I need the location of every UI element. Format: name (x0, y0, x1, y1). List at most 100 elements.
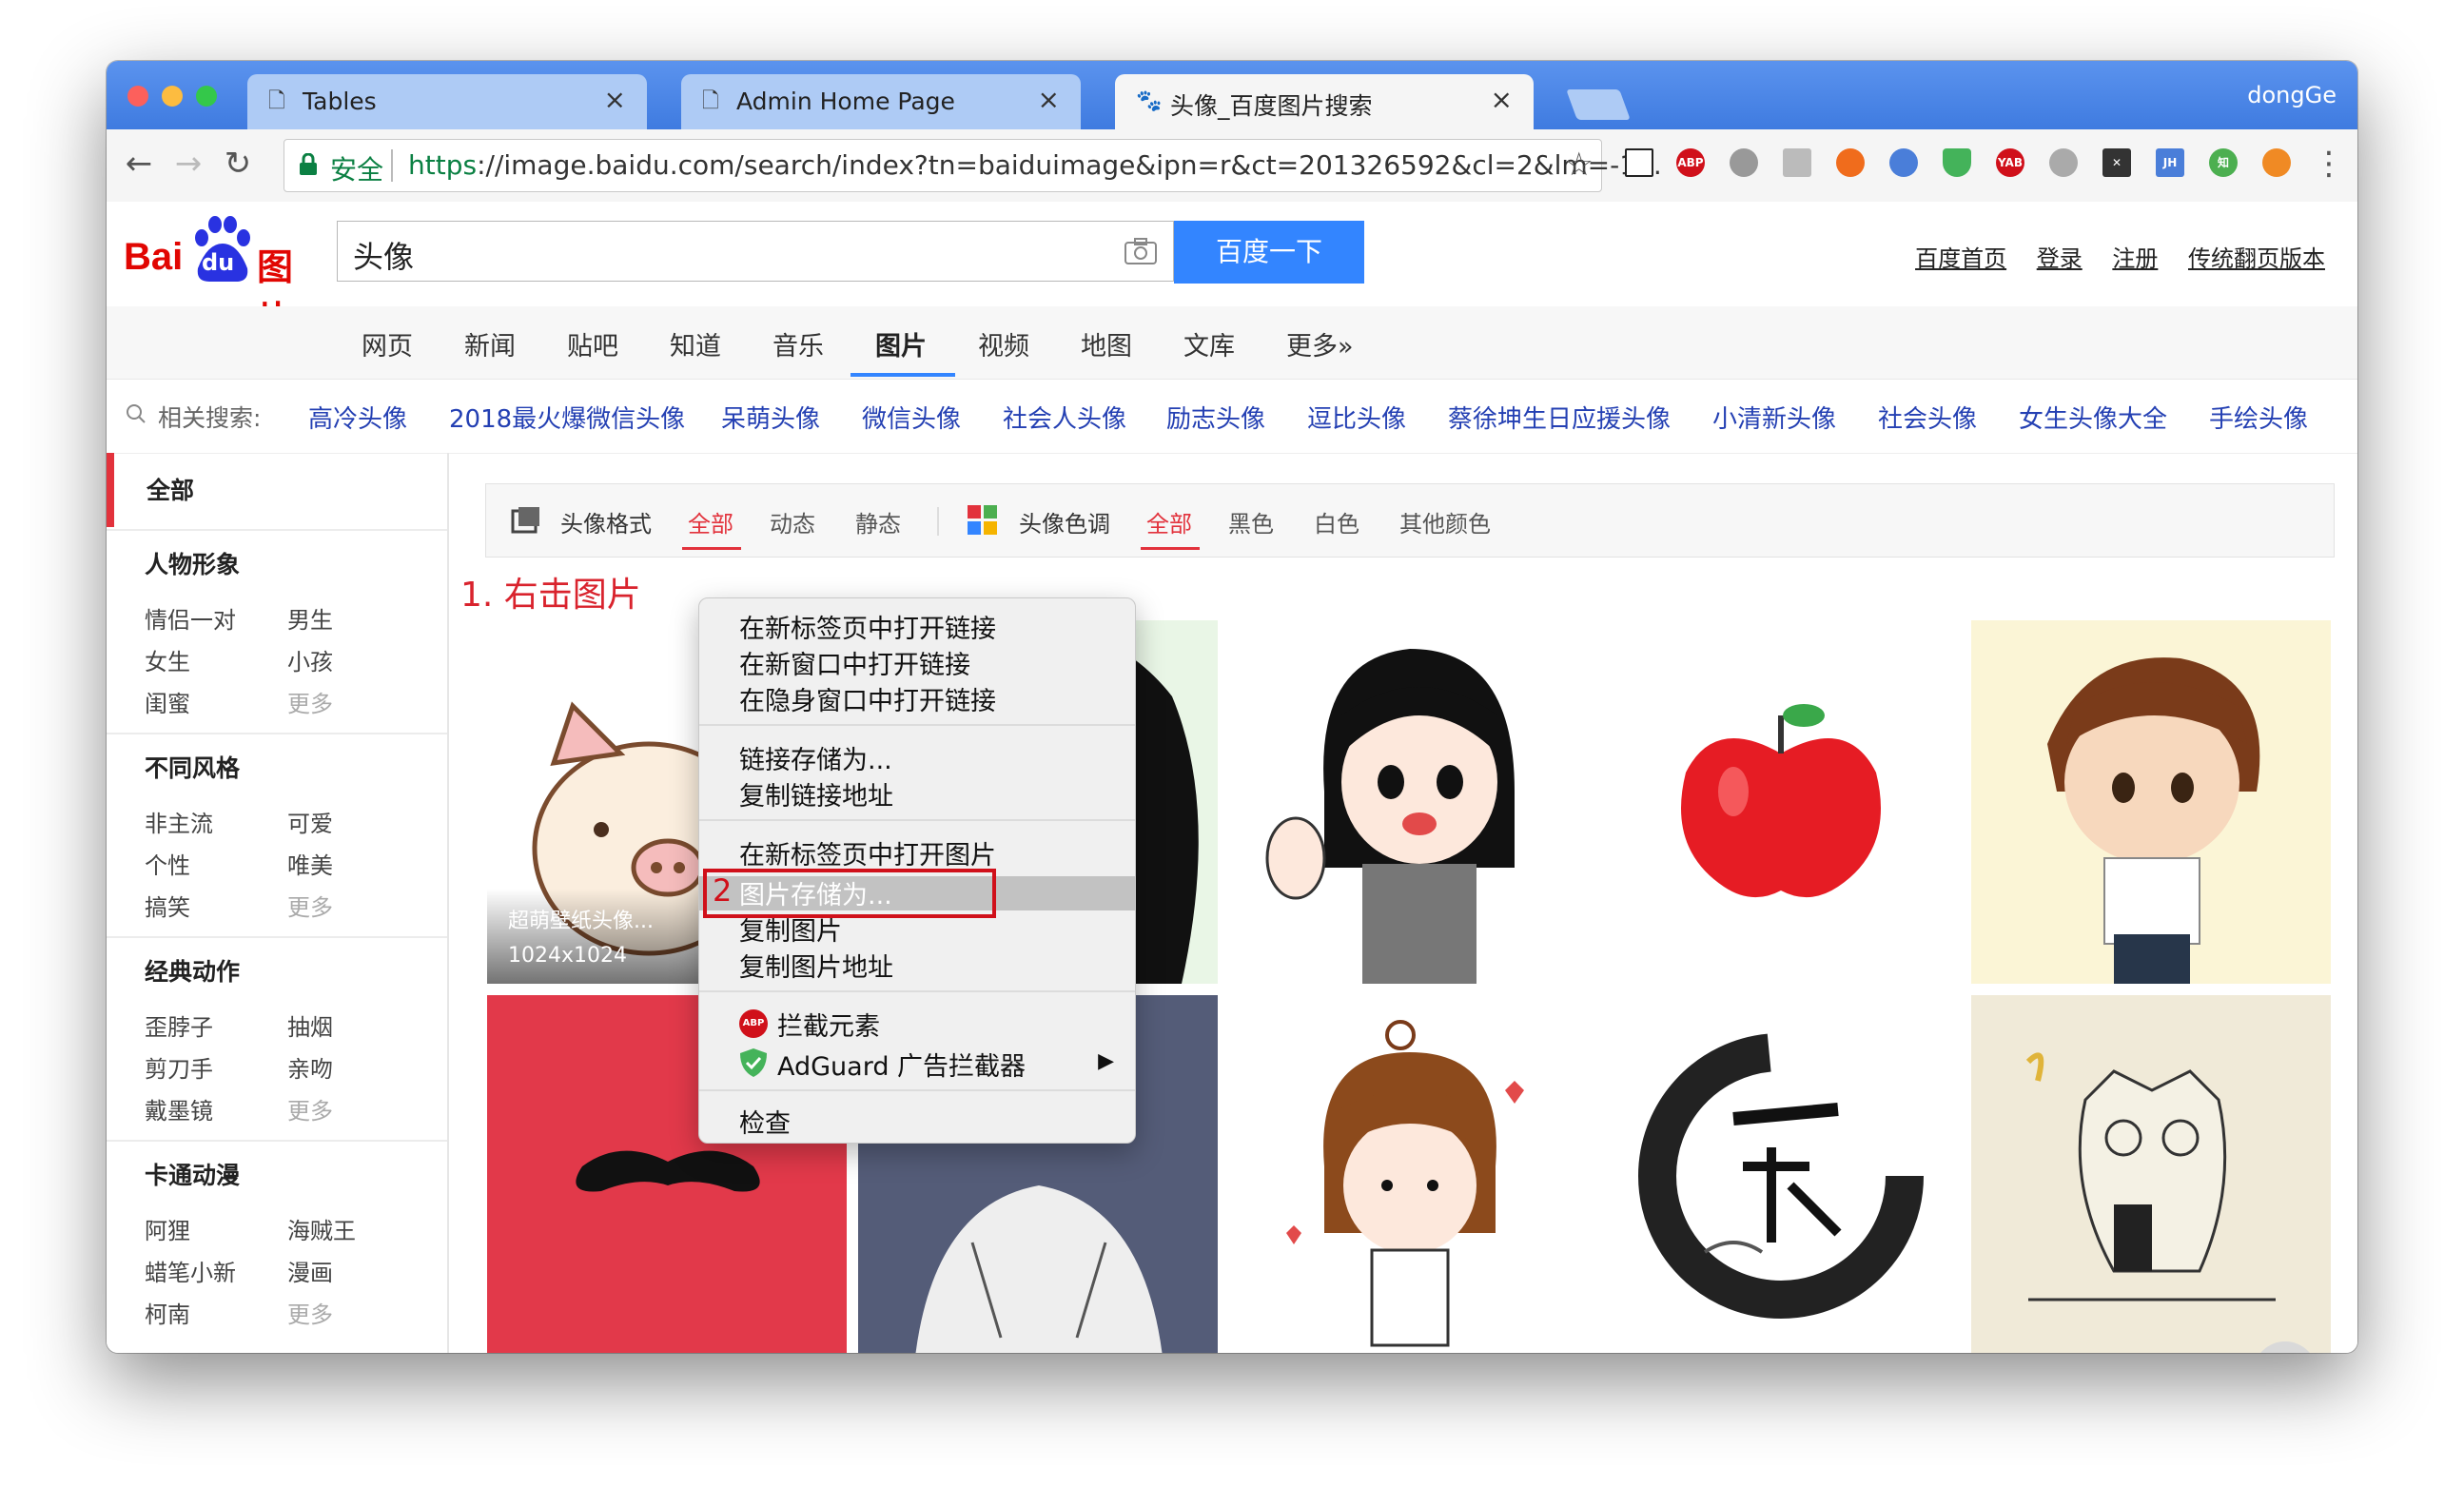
menu-item-open-image-new-tab[interactable]: 在新标签页中打开图片 (739, 834, 996, 871)
yab-icon[interactable]: YAB (1996, 148, 2024, 177)
format-option-all[interactable]: 全部 (688, 505, 733, 538)
related-link[interactable]: 2018最火爆微信头像 (449, 400, 685, 435)
camera-icon[interactable] (1124, 237, 1158, 265)
related-link[interactable]: 社会人头像 (1003, 400, 1126, 435)
bookmark-star-icon[interactable]: ☆ (1565, 146, 1594, 184)
close-icon[interactable]: × (604, 84, 626, 115)
menu-item-block-element[interactable]: 拦截元素 (777, 1006, 880, 1043)
fox-icon[interactable] (2262, 148, 2291, 177)
page-rank-icon[interactable] (1783, 148, 1811, 177)
color-option-other[interactable]: 其他颜色 (1399, 505, 1491, 538)
link-classic-pagination[interactable]: 传统翻页版本 (2188, 245, 2325, 272)
related-link[interactable]: 手绘头像 (2209, 400, 2308, 435)
sidebar-item[interactable]: 戴墨镜 (145, 1092, 213, 1125)
zoom-window-button[interactable] (196, 86, 217, 107)
menu-item-open-link-new-window[interactable]: 在新窗口中打开链接 (739, 644, 970, 681)
nav-item-music[interactable]: 音乐 (772, 325, 824, 362)
search-button[interactable]: 百度一下 (1174, 221, 1364, 284)
color-option-black[interactable]: 黑色 (1228, 505, 1274, 538)
format-option-static[interactable]: 静态 (855, 505, 901, 538)
link-baidu-home[interactable]: 百度首页 (1915, 245, 2006, 272)
tab-baidu-images[interactable]: 🐾 头像_百度图片搜索 × (1115, 74, 1534, 129)
sidebar-item[interactable]: 歪脖子 (145, 1008, 213, 1042)
profile-name[interactable]: dongGe (2247, 82, 2337, 108)
menu-kebab-icon[interactable]: ⋮ (2310, 145, 2348, 183)
globe-icon[interactable] (1730, 148, 1758, 177)
menu-item-copy-link-address[interactable]: 复制链接地址 (739, 775, 893, 812)
related-link[interactable]: 微信头像 (862, 400, 961, 435)
related-link[interactable]: 高冷头像 (308, 400, 407, 435)
forward-arrow-icon[interactable]: → (169, 145, 207, 183)
sidebar-item[interactable]: 小孩 (287, 643, 333, 676)
image-thumb-girl-hearts[interactable] (1229, 995, 1589, 1353)
related-link[interactable]: 励志头像 (1166, 400, 1265, 435)
menu-item-copy-image-address[interactable]: 复制图片地址 (739, 947, 893, 984)
sidebar-item-all[interactable]: 全部 (107, 453, 447, 527)
back-arrow-icon[interactable]: ← (120, 145, 158, 183)
menu-item-open-link-incognito[interactable]: 在隐身窗口中打开链接 (739, 680, 996, 717)
nav-item-news[interactable]: 新闻 (464, 325, 516, 362)
sidebar-item[interactable]: 情侣一对 (145, 601, 236, 635)
sidebar-more-link[interactable]: 更多 (287, 685, 333, 718)
close-box-icon[interactable]: ✕ (2102, 148, 2131, 177)
related-link[interactable]: 呆萌头像 (721, 400, 820, 435)
jh-icon[interactable]: JH (2156, 148, 2184, 177)
baidu-logo[interactable]: Bai du 图片 (124, 215, 325, 341)
sidebar-item[interactable]: 可爱 (287, 805, 333, 838)
translate-icon[interactable] (1889, 148, 1918, 177)
sidebar-item[interactable]: 非主流 (145, 805, 213, 838)
sidebar-item[interactable]: 柯南 (145, 1296, 190, 1329)
sidebar-item[interactable]: 漫画 (287, 1254, 333, 1287)
related-link[interactable]: 女生头像大全 (2019, 400, 2167, 435)
nav-item-zhidao[interactable]: 知道 (670, 325, 721, 362)
qr-code-icon[interactable] (1625, 148, 1653, 177)
search-input[interactable]: 头像 (337, 221, 1174, 282)
sidebar-item[interactable]: 搞笑 (145, 889, 190, 922)
image-thumb-owl[interactable] (1971, 995, 2331, 1353)
ublock-icon[interactable] (1836, 148, 1865, 177)
close-window-button[interactable] (127, 86, 148, 107)
nav-item-web[interactable]: 网页 (362, 325, 413, 362)
related-link[interactable]: 逗比头像 (1307, 400, 1406, 435)
related-link[interactable]: 小清新头像 (1712, 400, 1836, 435)
link-register[interactable]: 注册 (2112, 245, 2158, 272)
menu-item-save-link-as[interactable]: 链接存储为... (739, 739, 892, 776)
image-thumb-chibi-boy[interactable] (1971, 620, 2331, 984)
close-icon[interactable]: × (1038, 84, 1060, 115)
sidebar-more-link[interactable]: 更多 (287, 1092, 333, 1125)
format-option-animated[interactable]: 动态 (770, 505, 815, 538)
tab-admin-home[interactable]: 🗋 Admin Home Page × (681, 74, 1081, 129)
sidebar-item[interactable]: 海贼王 (287, 1212, 356, 1245)
color-option-all[interactable]: 全部 (1146, 505, 1192, 538)
url-text[interactable]: https://image.baidu.com/search/index?tn=… (408, 149, 1662, 181)
image-thumb-girl-waving[interactable] (1229, 620, 1589, 984)
tab-tables[interactable]: 🗋 Tables × (247, 74, 647, 129)
nav-item-wenku[interactable]: 文库 (1183, 325, 1235, 362)
nav-item-images[interactable]: 图片 (875, 325, 927, 362)
adguard-shield-icon[interactable] (1943, 148, 1971, 177)
nav-item-tieba[interactable]: 贴吧 (567, 325, 618, 362)
link-login[interactable]: 登录 (2037, 245, 2083, 272)
nav-item-more[interactable]: 更多» (1286, 325, 1354, 362)
sidebar-item[interactable]: 亲吻 (287, 1050, 333, 1084)
close-icon[interactable]: × (1491, 84, 1513, 115)
sidebar-item[interactable]: 剪刀手 (145, 1050, 213, 1084)
sidebar-item[interactable]: 阿狸 (145, 1212, 190, 1245)
menu-item-open-link-new-tab[interactable]: 在新标签页中打开链接 (739, 608, 996, 645)
color-option-white[interactable]: 白色 (1314, 505, 1359, 538)
related-link[interactable]: 蔡徐坤生日应援头像 (1448, 400, 1671, 435)
sidebar-item[interactable]: 女生 (145, 643, 190, 676)
minimize-window-button[interactable] (162, 86, 183, 107)
address-bar[interactable]: 安全 https://image.baidu.com/search/index?… (284, 139, 1662, 192)
sidebar-more-link[interactable]: 更多 (287, 1296, 333, 1329)
earth-icon[interactable] (2049, 148, 2078, 177)
menu-item-inspect[interactable]: 检查 (739, 1103, 791, 1140)
nav-item-map[interactable]: 地图 (1081, 325, 1132, 362)
image-thumb-calligraphy[interactable] (1600, 995, 1960, 1353)
sidebar-item[interactable]: 抽烟 (287, 1008, 333, 1042)
sidebar-item[interactable]: 个性 (145, 847, 190, 880)
sidebar-item[interactable]: 蜡笔小新 (145, 1254, 236, 1287)
zhi-icon[interactable]: 知 (2209, 148, 2238, 177)
related-link[interactable]: 社会头像 (1878, 400, 1977, 435)
nav-item-video[interactable]: 视频 (978, 325, 1029, 362)
